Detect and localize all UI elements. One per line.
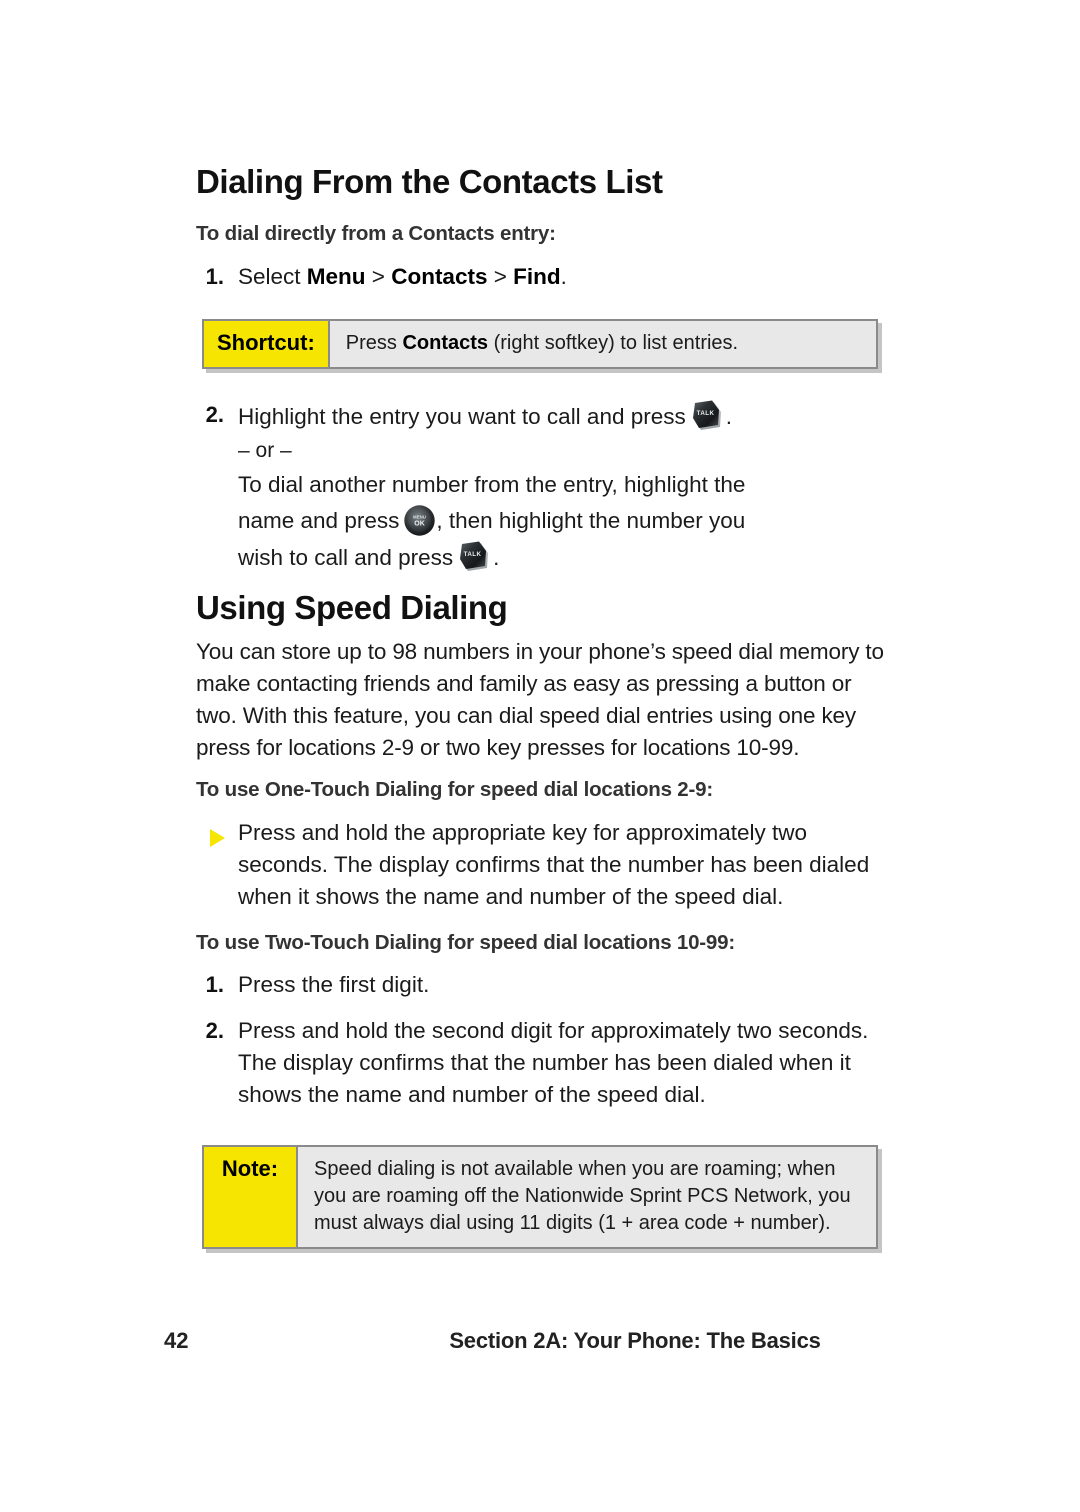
step2-line1: Highlight the entry you want to call and…	[238, 403, 686, 429]
bullet-text: Press and hold the appropriate key for a…	[238, 819, 870, 909]
subheading-two-touch: To use Two-Touch Dialing for speed dial …	[196, 930, 735, 954]
bullet-list-one-touch: Press and hold the appropriate key for a…	[196, 817, 896, 913]
talk-key-icon: TALK	[692, 400, 723, 432]
steps-list-two-touch: 1. Press the first digit. 2. Press and h…	[196, 969, 896, 1111]
step-number: 1.	[205, 263, 224, 289]
note-callout: Note: Speed dialing is not available whe…	[202, 1144, 878, 1249]
step-number: 1.	[205, 972, 224, 998]
svg-text:MENU: MENU	[413, 515, 426, 520]
talk-key-icon: TALK	[459, 541, 490, 573]
svg-text:TALK: TALK	[696, 410, 714, 417]
manual-page: Dialing From the Contacts List To dial d…	[0, 0, 1080, 1512]
step2-line4: wish to call and press TALK .	[238, 540, 896, 576]
subheading-dial-directly: To dial directly from a Contacts entry:	[196, 222, 556, 246]
shortcut-label: Shortcut:	[204, 320, 330, 367]
page-footer: 42 Section 2A: Your Phone: The Basics	[0, 1328, 1080, 1368]
step2-line4-prefix: wish to call and press	[238, 544, 454, 570]
list-item: 2. Press and hold the second digit for a…	[196, 1015, 896, 1111]
step-text-prefix: Select	[238, 263, 307, 289]
steps-list-dial-directly: 1. Select Menu > Contacts > Find.	[196, 261, 896, 293]
step2-line3: name and press MENU OK , then highlight …	[238, 503, 896, 539]
page-title: Dialing From the Contacts List	[196, 163, 663, 200]
menu-keyword: Menu	[306, 263, 366, 289]
note-text: Speed dialing is not available when you …	[298, 1147, 876, 1247]
menu-ok-key-icon: MENU OK	[404, 505, 436, 536]
page-content: Dialing From the Contacts List To dial d…	[196, 163, 896, 1279]
step-text: Highlight the entry you want to call and…	[238, 399, 896, 576]
list-item: Press and hold the appropriate key for a…	[196, 817, 896, 913]
note-line-1: Speed dialing is not available when you …	[314, 1157, 836, 1180]
step-text-suffix: .	[560, 263, 567, 289]
running-head: Section 2A: Your Phone: The Basics	[449, 1328, 821, 1353]
step-separator-2: >	[487, 263, 514, 289]
shortcut-text-prefix: Press	[345, 331, 403, 354]
svg-text:TALK: TALK	[464, 551, 482, 558]
note-line-3: must always dial using 11 digits (1 + ar…	[314, 1211, 831, 1234]
step2-line3-suffix: , then highlight the number you	[436, 508, 746, 534]
step-separator-1: >	[365, 263, 392, 289]
triangle-bullet-icon	[196, 817, 238, 847]
step2-line1-suffix: .	[725, 403, 733, 429]
step2-line2: To dial another number from the entry, h…	[238, 471, 746, 497]
shortcut-callout: Shortcut: Press Contacts (right softkey)…	[202, 318, 878, 369]
step-text: Select Menu > Contacts > Find.	[238, 261, 896, 293]
speed-dialing-paragraph: You can store up to 98 numbers in your p…	[196, 639, 884, 761]
note-label: Note:	[204, 1146, 298, 1247]
step-text: Press the first digit.	[238, 972, 430, 998]
or-divider: – or –	[238, 439, 292, 463]
list-item: 1. Press the first digit.	[196, 969, 896, 1001]
step-number: 2.	[205, 401, 224, 427]
note-line-2: you are roaming off the Nationwide Sprin…	[314, 1184, 851, 1207]
contacts-keyword: Contacts	[391, 263, 488, 289]
step2-line4-suffix: .	[493, 544, 500, 570]
shortcut-text-suffix: (right softkey) to list entries.	[488, 331, 739, 354]
section-title-speed-dialing: Using Speed Dialing	[196, 589, 508, 627]
list-item: 1. Select Menu > Contacts > Find.	[196, 261, 896, 293]
find-keyword: Find	[513, 263, 561, 289]
shortcut-contacts-keyword: Contacts	[402, 331, 489, 354]
step-text: Press and hold the second digit for appr…	[238, 1018, 869, 1107]
step-number: 2.	[205, 1018, 224, 1044]
step2-line3-prefix: name and press	[238, 508, 400, 534]
list-item: 2. Highlight the entry you want to call …	[196, 399, 896, 576]
subheading-one-touch: To use One-Touch Dialing for speed dial …	[196, 778, 713, 802]
shortcut-text: Press Contacts (right softkey) to list e…	[330, 321, 876, 367]
steps-list-highlight-entry: 2. Highlight the entry you want to call …	[196, 399, 896, 576]
svg-text:OK: OK	[415, 521, 426, 528]
